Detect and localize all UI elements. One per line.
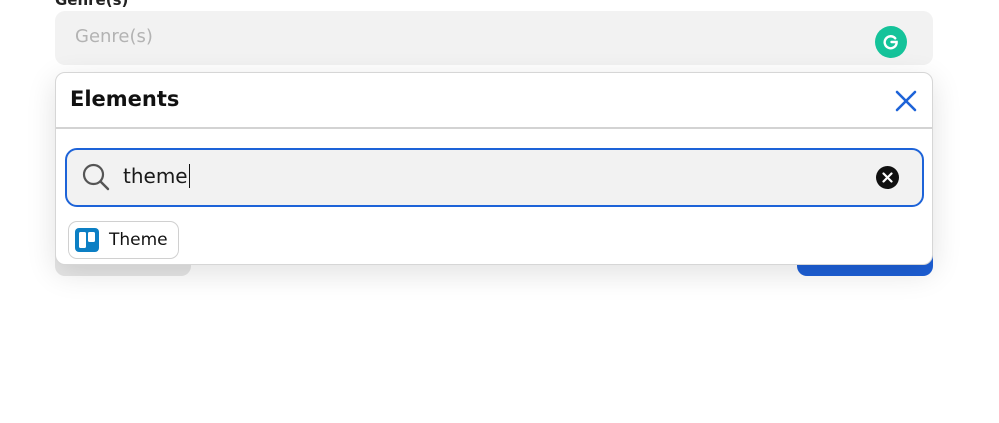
field-label: Genre(s)	[55, 0, 129, 9]
trello-icon	[75, 228, 99, 252]
close-icon[interactable]	[892, 87, 920, 115]
result-item-label: Theme	[109, 230, 168, 250]
genre-input[interactable]: Genre(s)	[55, 11, 933, 65]
grammarly-icon[interactable]	[875, 26, 907, 58]
genre-placeholder: Genre(s)	[75, 26, 153, 47]
text-caret	[188, 164, 191, 188]
elements-popover: Elements theme Theme	[55, 72, 933, 265]
search-icon	[81, 162, 111, 192]
popover-header: Elements	[56, 73, 932, 129]
clear-icon[interactable]	[876, 166, 899, 189]
search-input[interactable]: theme	[65, 148, 924, 207]
popover-title: Elements	[70, 87, 180, 111]
result-item-theme[interactable]: Theme	[68, 221, 179, 259]
page: Genre(s) Genre(s) Elements theme Theme	[0, 0, 999, 423]
search-value: theme	[123, 164, 191, 188]
